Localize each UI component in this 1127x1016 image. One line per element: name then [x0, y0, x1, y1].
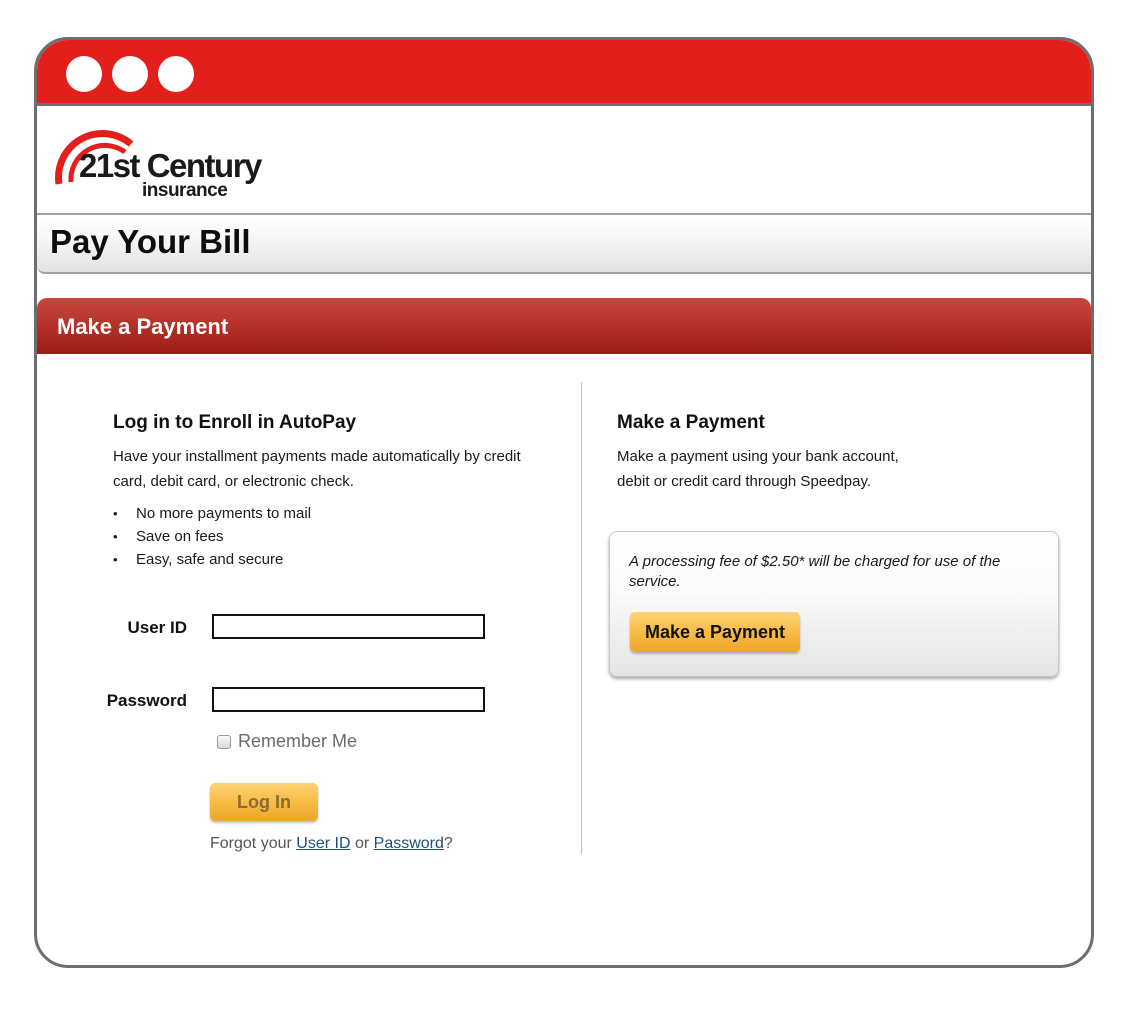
forgot-suffix: ? — [443, 835, 453, 852]
payment-panel: Make a Payment Make a payment using your… — [617, 412, 1047, 494]
window-titlebar — [37, 40, 1091, 106]
user-id-label: User ID — [127, 618, 187, 637]
brand-logo[interactable]: 21st Century insurance — [49, 122, 269, 207]
browser-window: 21st Century insurance Pay Your Bill Mak… — [34, 37, 1094, 968]
site-header: 21st Century insurance — [37, 106, 1091, 214]
brand-subtitle: insurance — [142, 180, 228, 201]
autopay-panel: Log in to Enroll in AutoPay Have your in… — [113, 412, 553, 571]
forgot-credentials: Forgot your User ID or Password? — [210, 835, 453, 853]
payment-description: Make a payment using your bank account, … — [617, 444, 1047, 494]
login-button[interactable]: Log In — [210, 783, 318, 821]
processing-fee-box: A processing fee of $2.50* will be charg… — [609, 531, 1059, 677]
column-divider — [581, 382, 582, 854]
fee-notice: A processing fee of $2.50* will be charg… — [629, 553, 1001, 590]
window-control-dot[interactable] — [66, 56, 102, 92]
benefit-item: Easy, safe and secure — [113, 548, 553, 571]
forgot-password-link[interactable]: Password — [374, 835, 444, 852]
payment-heading: Make a Payment — [617, 412, 765, 433]
section-title: Make a Payment — [57, 314, 229, 339]
section-header: Make a Payment — [37, 298, 1091, 354]
forgot-prefix: Forgot your — [210, 835, 292, 852]
window-control-dot[interactable] — [158, 56, 194, 92]
benefit-item: No more payments to mail — [113, 502, 553, 525]
page-title: Pay Your Bill — [50, 223, 251, 260]
autopay-heading: Log in to Enroll in AutoPay — [113, 412, 357, 433]
remember-me-checkbox[interactable] — [217, 734, 231, 749]
benefit-item: Save on fees — [113, 525, 553, 548]
password-label: Password — [106, 691, 187, 710]
benefits-list: No more payments to mail Save on fees Ea… — [113, 502, 553, 571]
payment-description-line: Make a payment using your bank account, — [617, 448, 899, 465]
user-id-input[interactable] — [212, 614, 485, 639]
window-control-dot[interactable] — [112, 56, 148, 92]
payment-description-line: debit or credit card through Speedpay. — [617, 473, 872, 490]
remember-me[interactable]: Remember Me — [217, 731, 357, 752]
autopay-description: Have your installment payments made auto… — [113, 448, 521, 490]
password-input[interactable] — [212, 687, 485, 712]
remember-me-label[interactable]: Remember Me — [238, 731, 357, 752]
forgot-or: or — [354, 835, 370, 852]
make-payment-button[interactable]: Make a Payment — [630, 612, 800, 652]
forgot-user-id-link[interactable]: User ID — [296, 835, 350, 852]
page-title-bar: Pay Your Bill — [37, 213, 1091, 274]
